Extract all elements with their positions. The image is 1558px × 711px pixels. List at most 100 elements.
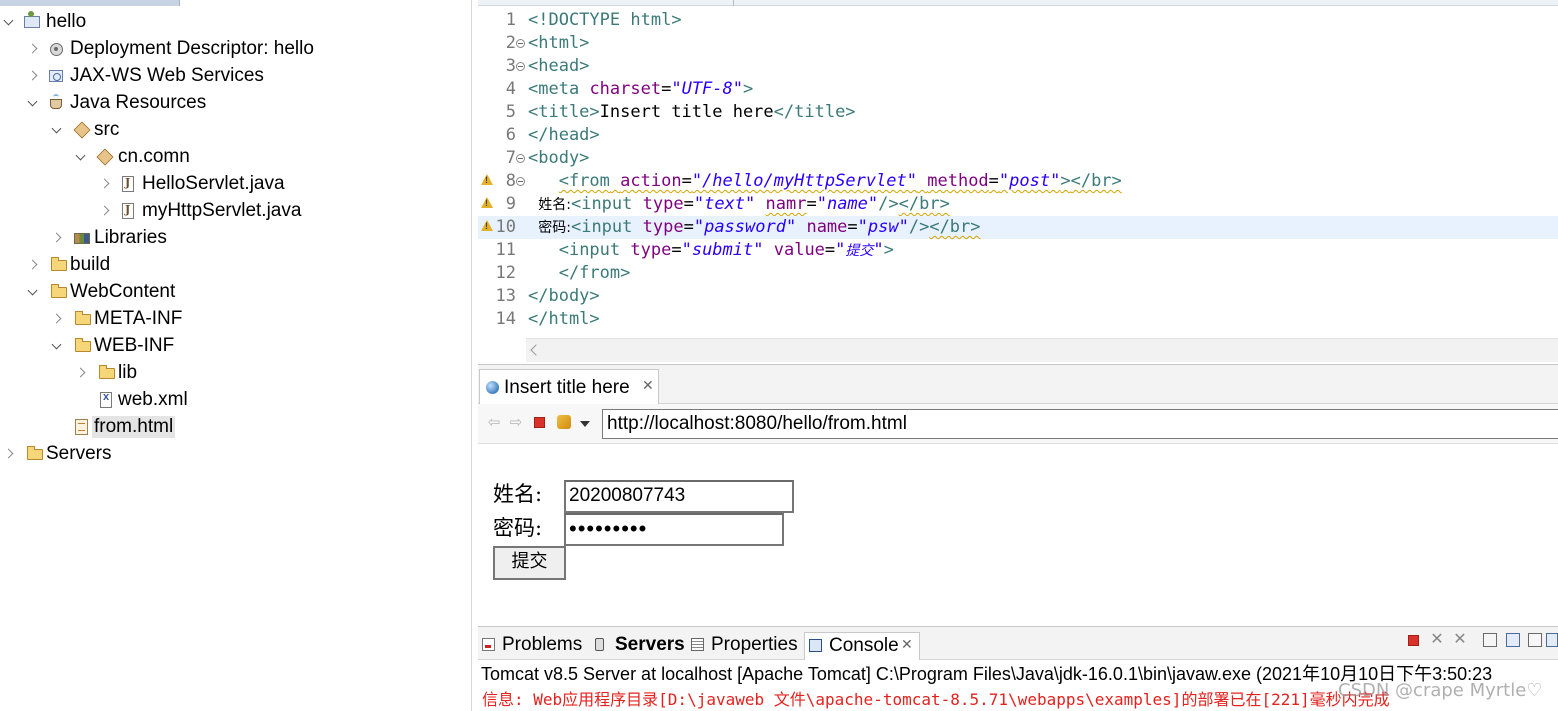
tree-item-lib[interactable]: lib — [0, 359, 471, 386]
code-line-7[interactable]: 7 <body> — [478, 147, 1558, 170]
html-editor[interactable]: 1 <!DOCTYPE html> 2 <html> 3 <head> 4 <m… — [478, 0, 1558, 364]
code-line-9[interactable]: 9 姓名:<input type="text" namr="name"/></b… — [478, 193, 1558, 216]
chevron-right-icon[interactable] — [76, 365, 88, 379]
tree-item-label: web.xml — [118, 389, 188, 410]
code-text: <input type="submit" value="提交"> — [558, 240, 894, 260]
chevron-down-icon[interactable] — [51, 122, 63, 136]
tree-item-helloservlet[interactable]: HelloServlet.java — [0, 170, 471, 197]
code-line-3[interactable]: 3 <head> — [478, 55, 1558, 78]
libraries-icon — [74, 233, 90, 244]
internal-browser: Insert title here ✕ ⇦ ⇨ http://localhost… — [478, 364, 1558, 627]
chevron-right-icon[interactable] — [52, 230, 64, 244]
code-line-10[interactable]: 10 密码:<input type="password" name="psw"/… — [478, 216, 1558, 239]
tree-item-label: META-INF — [94, 308, 183, 329]
project-explorer: hello Deployment Descriptor: hello JAX-W… — [0, 0, 472, 711]
code-text: <body> — [528, 148, 590, 168]
tab-servers[interactable]: Servers — [591, 632, 687, 660]
line-number: 3 — [505, 56, 516, 76]
tree-item-label: WebContent — [70, 281, 176, 302]
chevron-down-icon[interactable] — [51, 338, 63, 352]
word-wrap-icon[interactable] — [1528, 633, 1542, 647]
submit-button[interactable]: 提交 — [493, 546, 566, 580]
tree-item-java-resources[interactable]: Java Resources — [0, 89, 471, 116]
remove-all-icon[interactable]: ✕ — [1453, 632, 1467, 648]
code-line-2[interactable]: 2 <html> — [478, 32, 1558, 55]
forward-arrow-icon[interactable]: ⇨ — [508, 414, 524, 432]
clear-console-icon[interactable] — [1483, 633, 1497, 647]
scroll-lock-icon[interactable] — [1506, 633, 1520, 647]
tree-item-web-inf[interactable]: WEB-INF — [0, 332, 471, 359]
tree-item-hello[interactable]: hello — [0, 8, 471, 35]
code-line-5[interactable]: 5 <title>Insert title here</title> — [478, 101, 1558, 124]
back-arrow-icon[interactable]: ⇦ — [486, 414, 502, 432]
chevron-down-icon[interactable] — [27, 284, 39, 298]
deployment-descriptor-icon — [50, 43, 63, 56]
url-input[interactable]: http://localhost:8080/hello/from.html — [602, 409, 1558, 439]
code-line-13[interactable]: 13 </body> — [478, 285, 1558, 308]
fold-toggle-icon[interactable] — [516, 39, 525, 48]
line-number: 6 — [505, 125, 516, 145]
code-line-12[interactable]: 12 </from> — [478, 262, 1558, 285]
close-icon[interactable]: ✕ — [642, 377, 654, 394]
tree-item-label: Libraries — [94, 227, 167, 248]
chevron-right-icon[interactable] — [4, 446, 16, 460]
fold-toggle-icon[interactable] — [516, 177, 525, 186]
problems-icon — [482, 638, 495, 651]
password-input[interactable]: ••••••••• — [564, 513, 784, 546]
folder-icon — [99, 365, 115, 379]
chevron-right-icon[interactable] — [100, 176, 112, 190]
code-text: </head> — [528, 125, 600, 145]
close-icon[interactable]: ✕ — [901, 636, 913, 653]
tab-console[interactable]: Console ✕ — [804, 632, 920, 660]
tree-item-deployment-descriptor[interactable]: Deployment Descriptor: hello — [0, 35, 471, 62]
chevron-right-icon[interactable] — [28, 41, 40, 55]
tab-problems[interactable]: Problems — [478, 632, 588, 660]
tab-label: Problems — [502, 634, 583, 655]
code-line-6[interactable]: 6 </head> — [478, 124, 1558, 147]
code-line-4[interactable]: 4 <meta charset="UTF-8"> — [478, 78, 1558, 101]
tree-item-libraries[interactable]: Libraries — [0, 224, 471, 251]
tab-properties[interactable]: Properties — [687, 632, 803, 660]
tree-item-from-html[interactable]: from.html — [0, 413, 471, 440]
chevron-right-icon[interactable] — [28, 257, 40, 271]
refresh-icon[interactable] — [557, 415, 571, 429]
code-text: <meta charset="UTF-8"> — [528, 79, 754, 99]
tree-item-myhttpservlet[interactable]: myHttpServlet.java — [0, 197, 471, 224]
tree-item-label: cn.comn — [118, 146, 190, 167]
dropdown-arrow-icon[interactable] — [580, 421, 590, 427]
package-icon — [96, 148, 114, 166]
name-input[interactable]: 20200807743 — [564, 480, 794, 513]
tree-item-webcontent[interactable]: WebContent — [0, 278, 471, 305]
chevron-down-icon[interactable] — [75, 149, 87, 163]
tree-item-meta-inf[interactable]: META-INF — [0, 305, 471, 332]
tree-item-jaxws[interactable]: JAX-WS Web Services — [0, 62, 471, 89]
chevron-down-icon[interactable] — [3, 14, 15, 28]
fold-toggle-icon[interactable] — [516, 62, 525, 71]
browser-tab[interactable]: Insert title here ✕ — [479, 369, 659, 404]
scroll-left-icon[interactable] — [530, 344, 542, 356]
pin-console-icon[interactable] — [1546, 633, 1558, 647]
code-line-1[interactable]: 1 <!DOCTYPE html> — [478, 9, 1558, 32]
chevron-right-icon[interactable] — [100, 203, 112, 217]
fold-toggle-icon[interactable] — [516, 154, 525, 163]
code-line-14[interactable]: 14 </html> — [478, 308, 1558, 331]
tree-item-label: Java Resources — [70, 92, 207, 113]
code-line-11[interactable]: 11 <input type="submit" value="提交"> — [478, 239, 1558, 262]
tree-item-label: myHttpServlet.java — [142, 200, 302, 221]
stop-icon[interactable] — [534, 417, 545, 428]
tree-item-label: JAX-WS Web Services — [70, 65, 264, 86]
code-line-8[interactable]: 8 <from action="/hello/myHttpServlet" me… — [478, 170, 1558, 193]
remove-launch-icon[interactable]: ✕ — [1430, 632, 1444, 648]
chevron-right-icon[interactable] — [28, 68, 40, 82]
tree-item-web-xml[interactable]: web.xml — [0, 386, 471, 413]
line-number: 2 — [505, 33, 516, 53]
terminate-icon[interactable] — [1408, 635, 1419, 646]
horizontal-scrollbar[interactable] — [526, 338, 1558, 362]
console-icon — [809, 639, 822, 652]
chevron-down-icon[interactable] — [27, 95, 39, 109]
chevron-right-icon[interactable] — [52, 311, 64, 325]
tree-item-build[interactable]: build — [0, 251, 471, 278]
tree-item-servers[interactable]: Servers — [0, 440, 471, 467]
tree-item-cn-comn[interactable]: cn.comn — [0, 143, 471, 170]
tree-item-src[interactable]: src — [0, 116, 471, 143]
